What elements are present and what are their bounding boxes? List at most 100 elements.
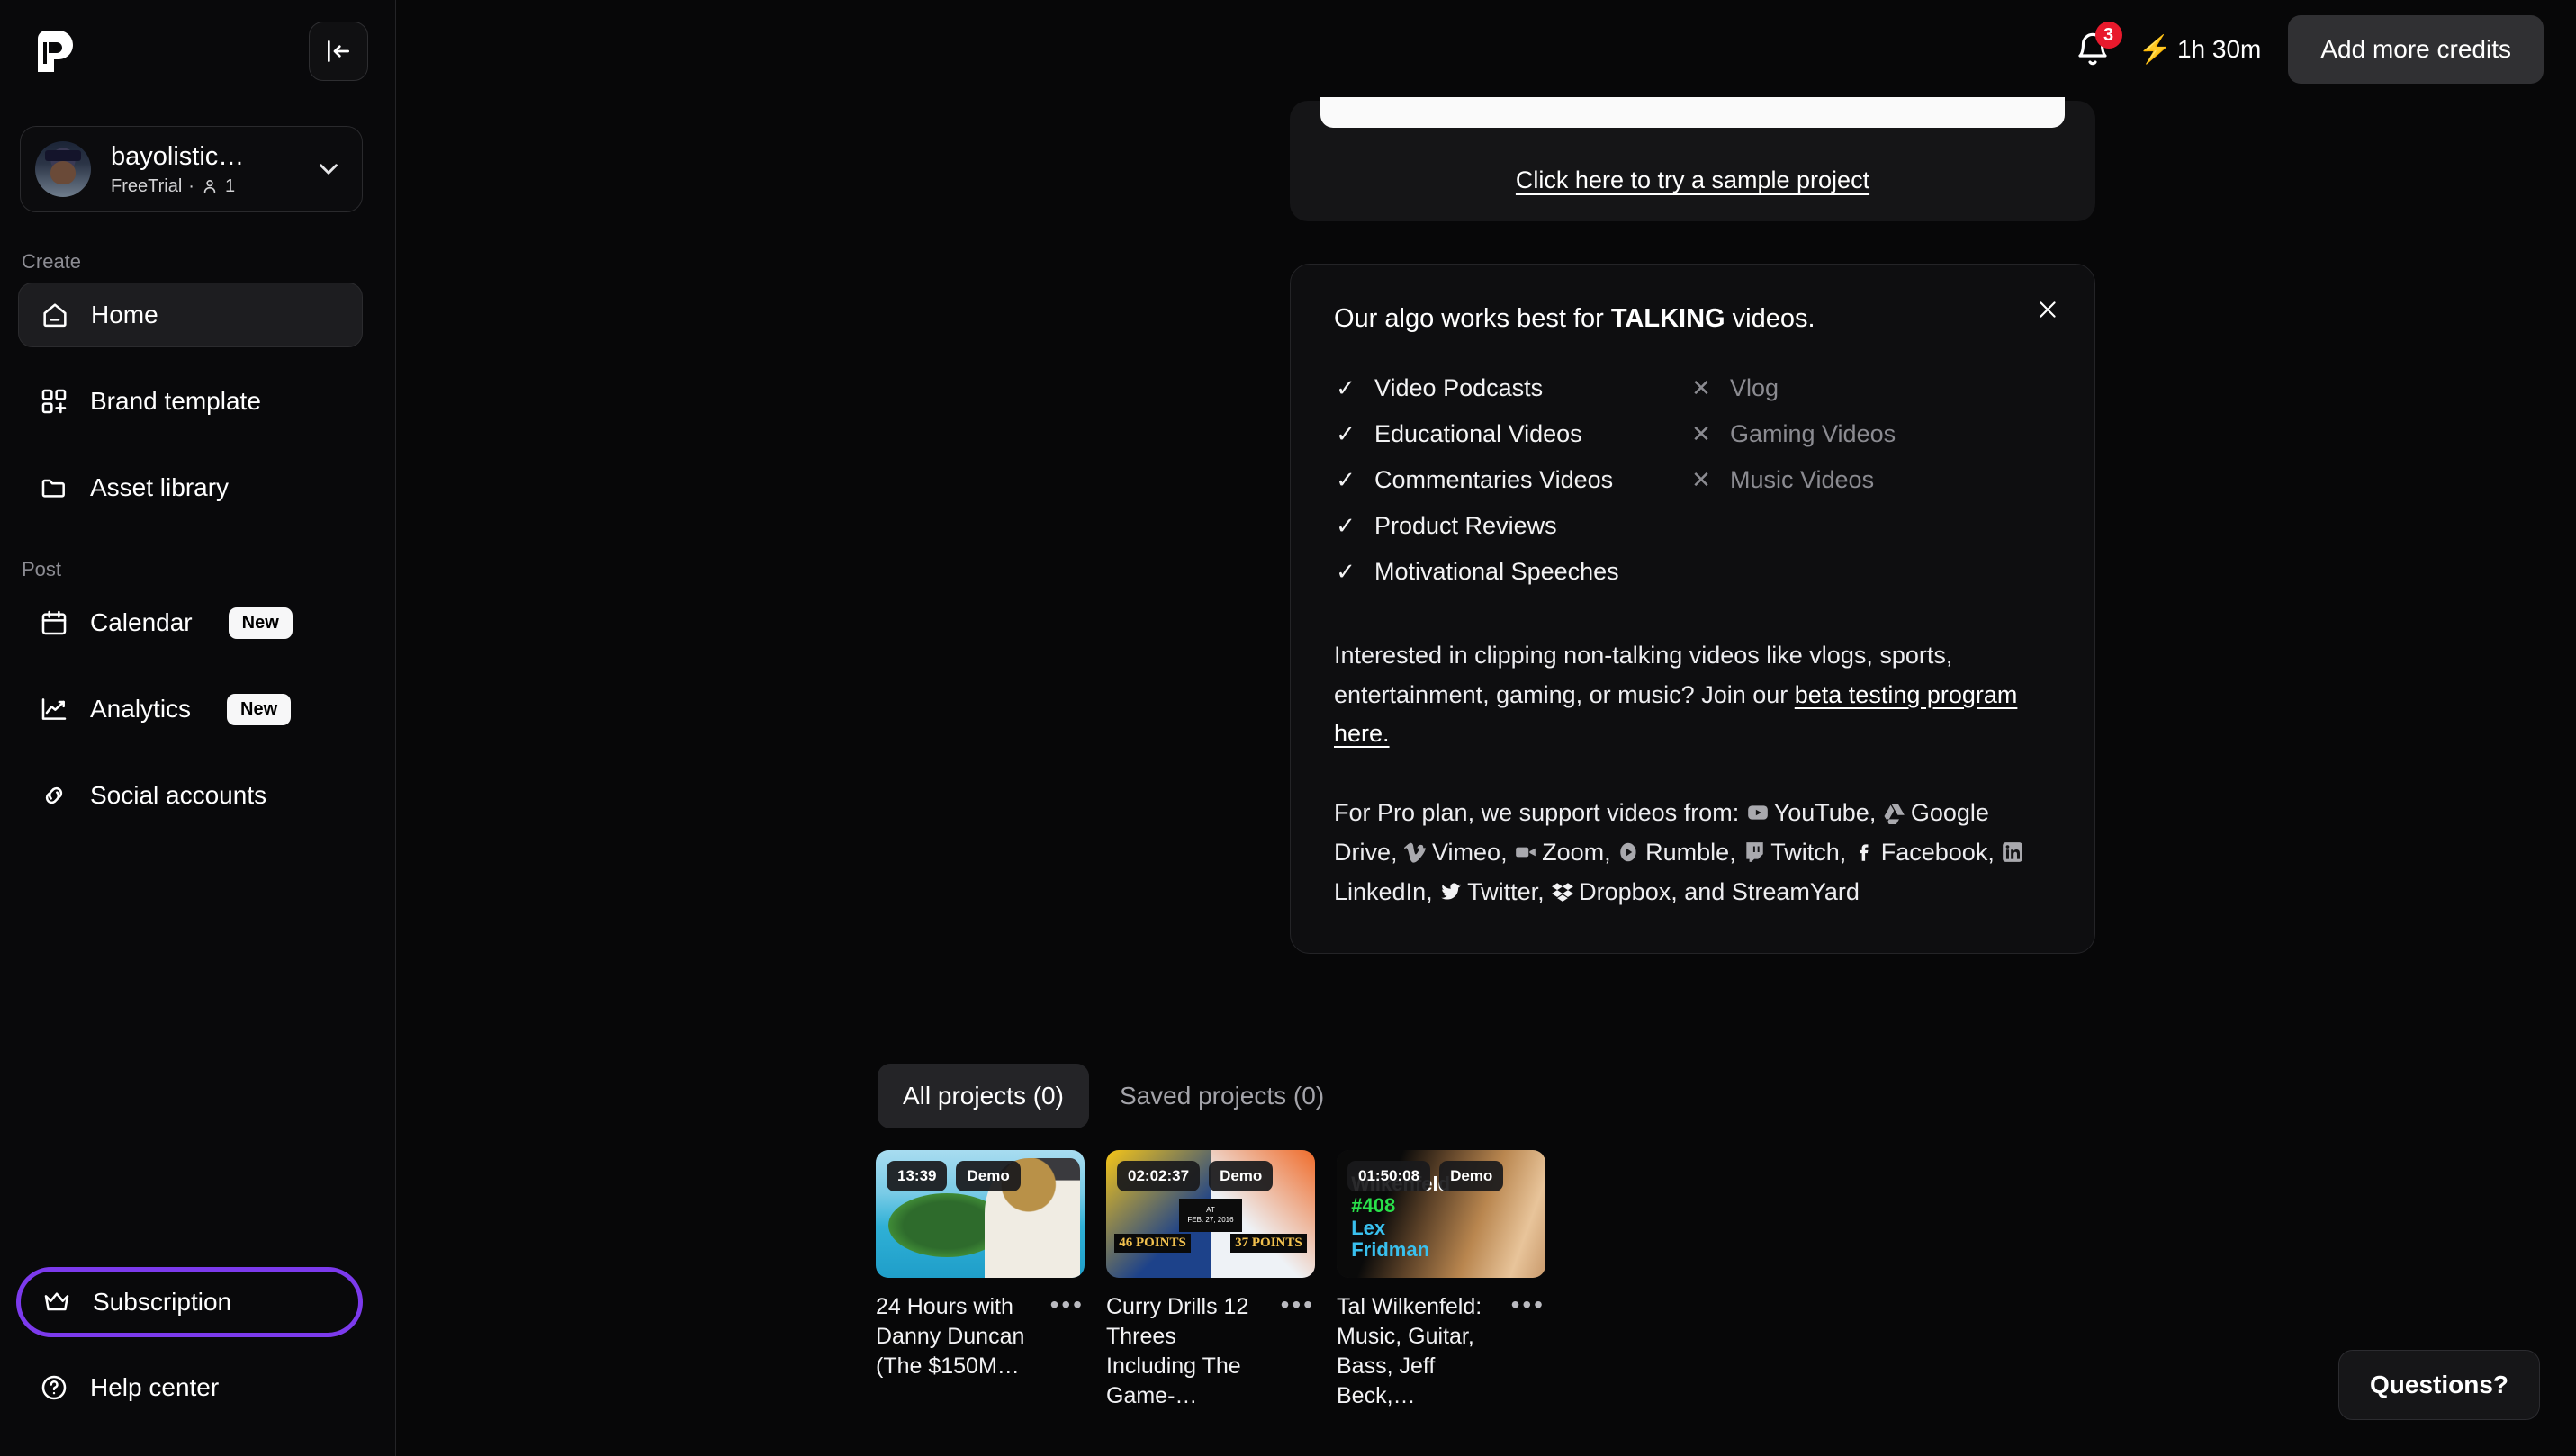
credits-remaining: 1h 30m	[2176, 35, 2262, 63]
sidebar-item-label: Subscription	[93, 1288, 232, 1316]
thumbnail-badges: 01:50:08 Demo	[1347, 1161, 1504, 1191]
project-card[interactable]: 13:39 Demo 24 Hours with Danny Duncan (T…	[876, 1150, 1085, 1411]
vimeo-icon	[1404, 840, 1428, 864]
sidebar-item-calendar[interactable]: Calendar New	[18, 590, 363, 655]
video-type-lists: ✓ Video Podcasts ✓ Educational Videos ✓ Com…	[1334, 370, 2051, 589]
project-card[interactable]: Wilkenfeld #408 Lex Fridman 01:50:08 Dem…	[1337, 1150, 1545, 1411]
close-info-card-button[interactable]	[2028, 290, 2067, 329]
more-options-icon[interactable]: •••	[1040, 1292, 1085, 1317]
thumbnail-badges: 02:02:37 Demo	[1117, 1161, 1274, 1191]
project-thumbnail[interactable]: AT FEB. 27, 2016 46 POINTS 37 POINTS 02:…	[1106, 1150, 1315, 1278]
account-switcher[interactable]: bayolistic… FreeTrial · 1	[20, 126, 363, 212]
cross-icon: ✕	[1691, 465, 1711, 493]
left-points: 46 POINTS	[1114, 1233, 1191, 1253]
list-item-label: Music Videos	[1730, 465, 1875, 493]
twitch-icon	[1743, 840, 1766, 864]
info-card-title-prefix: Our algo works best for	[1334, 304, 1611, 333]
account-name: bayolistic…	[111, 141, 245, 171]
project-title: Curry Drills 12 Threes Including The Gam…	[1106, 1294, 1249, 1408]
project-title: Tal Wilkenfeld: Music, Guitar, Bass, Jef…	[1337, 1294, 1482, 1408]
caption-line-4: Fridman	[1351, 1238, 1430, 1262]
collapse-sidebar-button[interactable]	[309, 22, 368, 81]
project-title: 24 Hours with Danny Duncan (The $150M…	[876, 1294, 1025, 1379]
app-root: bayolistic… FreeTrial · 1 Create Home Br…	[0, 0, 2576, 1456]
zoom-icon	[1514, 840, 1537, 864]
person-icon	[203, 179, 216, 193]
linkedin-icon	[2001, 840, 2024, 864]
check-icon: ✓	[1336, 465, 1356, 493]
demo-badge: Demo	[1209, 1161, 1274, 1191]
list-item-label: Commentaries Videos	[1374, 465, 1614, 493]
list-item: ✓ Motivational Speeches	[1334, 553, 1689, 589]
youtube-icon	[1746, 801, 1770, 824]
sidebar-item-brand-template[interactable]: Brand template	[18, 369, 363, 434]
more-options-icon[interactable]: •••	[1500, 1292, 1545, 1317]
rumble-icon	[1617, 840, 1641, 864]
source-name: Zoom	[1542, 838, 1605, 866]
source-name: StreamYard	[1731, 877, 1860, 905]
sidebar-item-social-accounts[interactable]: Social accounts	[18, 763, 363, 828]
sidebar-item-label: Social accounts	[90, 781, 267, 809]
project-card[interactable]: AT FEB. 27, 2016 46 POINTS 37 POINTS 02:…	[1106, 1150, 1315, 1411]
grid-plus-icon	[41, 389, 67, 414]
facebook-icon	[1853, 840, 1877, 864]
list-item: ✓ Commentaries Videos	[1334, 462, 1689, 498]
sidebar-item-analytics[interactable]: Analytics New	[18, 677, 363, 741]
tab-saved-projects[interactable]: Saved projects (0)	[1094, 1064, 1349, 1128]
caption-line-3: Lex	[1351, 1216, 1386, 1239]
account-text: bayolistic… FreeTrial · 1	[111, 142, 313, 197]
sidebar-header	[0, 0, 395, 103]
project-title-row: Curry Drills 12 Threes Including The Gam…	[1106, 1292, 1315, 1411]
collapse-panel-icon	[328, 40, 349, 62]
list-item-label: Product Reviews	[1374, 511, 1557, 539]
check-icon: ✓	[1336, 511, 1356, 539]
list-item: ✓ Educational Videos	[1334, 416, 1689, 452]
sidebar-item-help-center[interactable]: Help center	[18, 1355, 363, 1420]
main-content: 3 ⚡ 1h 30m Add more credits Click here t…	[396, 0, 2576, 1456]
google-drive-icon	[1883, 801, 1906, 825]
project-title-row: Tal Wilkenfeld: Music, Guitar, Bass, Jef…	[1337, 1292, 1545, 1411]
list-item-label: Gaming Videos	[1730, 419, 1896, 447]
talking-videos-info-card: Our algo works best for TALKING videos. …	[1290, 264, 2095, 955]
unsupported-list: ✕ Vlog ✕ Gaming Videos ✕ Music Videos	[1689, 370, 1896, 589]
question-circle-icon	[41, 1375, 67, 1400]
project-thumbnail[interactable]: 13:39 Demo	[876, 1150, 1085, 1278]
lightning-bolt-icon: ⚡	[2138, 34, 2172, 65]
project-thumbnail[interactable]: Wilkenfeld #408 Lex Fridman 01:50:08 Dem…	[1337, 1150, 1545, 1278]
questions-help-button[interactable]: Questions?	[2337, 1350, 2540, 1420]
matchup-date: FEB. 27, 2016	[1187, 1216, 1234, 1225]
crown-icon	[44, 1292, 69, 1311]
more-options-icon[interactable]: •••	[1270, 1292, 1315, 1317]
projects-grid: 13:39 Demo 24 Hours with Danny Duncan (T…	[876, 1150, 1545, 1411]
sidebar-item-subscription[interactable]: Subscription	[16, 1267, 363, 1337]
upload-panel: Click here to try a sample project	[1290, 97, 2095, 221]
supported-list: ✓ Video Podcasts ✓ Educational Videos ✓ Com…	[1334, 370, 1689, 589]
thumbnail-matchup: AT FEB. 27, 2016	[1179, 1198, 1242, 1232]
account-plan: FreeTrial	[111, 175, 183, 196]
source-name: LinkedIn	[1334, 877, 1427, 905]
notifications-button[interactable]: 3	[2074, 22, 2122, 68]
list-item-label: Motivational Speeches	[1374, 557, 1619, 585]
cross-icon: ✕	[1691, 419, 1711, 447]
source-name: Twitter	[1467, 877, 1538, 905]
sidebar-item-home[interactable]: Home	[18, 283, 363, 347]
sidebar-item-label: Calendar	[90, 608, 193, 636]
list-item: ✕ Music Videos	[1689, 462, 1896, 498]
sidebar-item-label: Brand template	[90, 387, 261, 415]
project-title-row: 24 Hours with Danny Duncan (The $150M… •…	[876, 1292, 1085, 1381]
sidebar-item-asset-library[interactable]: Asset library	[18, 455, 363, 520]
sample-project-link[interactable]: Click here to try a sample project	[1516, 166, 1869, 194]
line-chart-icon	[41, 698, 67, 720]
right-points: 37 POINTS	[1230, 1233, 1307, 1253]
credits-display: ⚡ 1h 30m	[2139, 34, 2262, 66]
add-more-credits-button[interactable]: Add more credits	[2288, 15, 2544, 84]
sources-intro-text: For Pro plan, we support videos from:	[1334, 799, 1746, 827]
list-item: ✓ Video Podcasts	[1334, 370, 1689, 406]
account-meta: FreeTrial · 1	[111, 176, 313, 197]
upload-primary-button[interactable]	[1320, 97, 2065, 128]
sidebar-item-label: Help center	[90, 1373, 220, 1401]
new-badge: New	[228, 607, 293, 639]
duration-badge: 01:50:08	[1347, 1161, 1431, 1191]
tab-all-projects[interactable]: All projects (0)	[878, 1064, 1089, 1128]
sidebar-item-label: Analytics	[90, 695, 192, 723]
